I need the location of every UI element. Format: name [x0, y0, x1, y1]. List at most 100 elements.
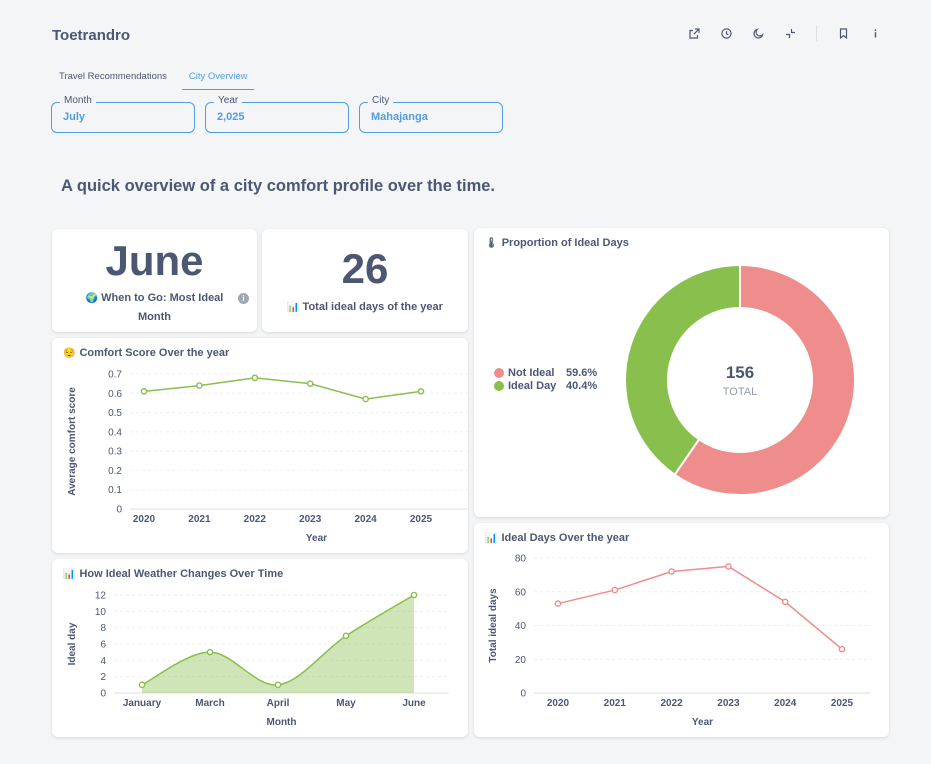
data-point: [362, 395, 369, 403]
data-point: [140, 388, 148, 395]
donut-slice: [624, 263, 741, 477]
y-tick-label: 0.5: [108, 408, 122, 419]
data-point: [274, 681, 282, 689]
series-line: [143, 377, 422, 400]
data-point: [342, 632, 350, 640]
y-tick-label: 80: [515, 554, 527, 565]
best-month-card: June 🌍 When to Go: Most Ideal Month i: [52, 229, 257, 332]
donut-total-value: 156: [726, 363, 754, 382]
x-tick-label: April: [267, 698, 290, 709]
x-tick-label: 2021: [188, 514, 211, 525]
month-filter[interactable]: Month July: [51, 95, 195, 133]
data-point: [668, 568, 675, 575]
proportion-card: 🌡 Proportion of Ideal Days Not Ideal 59.…: [474, 228, 889, 517]
tab-city-overview[interactable]: City Overview: [181, 66, 255, 90]
x-tick-label: March: [195, 698, 224, 709]
proportion-donut-chart: 156 TOTAL: [624, 263, 856, 496]
y-tick-label: 0.3: [108, 447, 122, 458]
info-icon[interactable]: i: [238, 293, 249, 304]
y-tick-label: 0.4: [108, 427, 122, 438]
ideal-days-card: 📊 Ideal Days Over the year 0 20 40 60 80 2020…: [474, 523, 889, 737]
x-tick-label: 2023: [717, 698, 740, 709]
y-tick-label: 20: [515, 655, 527, 666]
y-tick-label: 8: [100, 623, 106, 634]
ideal-days-total-label-text: Total ideal days of the year: [302, 301, 443, 313]
toolbar: [678, 24, 891, 42]
donut-total-label: TOTAL: [723, 386, 757, 398]
data-point: [196, 382, 203, 389]
city-filter-value: Mahajanga: [371, 111, 428, 123]
data-point: [781, 598, 789, 606]
best-month-label: 🌍 When to Go: Most Ideal Month: [82, 289, 227, 326]
y-tick-label: 0: [116, 505, 122, 516]
x-tick-label: 2025: [410, 514, 433, 525]
y-tick-label: 0: [520, 689, 526, 700]
y-tick-label: 0.1: [108, 485, 122, 496]
page-subtitle: A quick overview of a city comfort profi…: [61, 177, 495, 195]
x-tick-label: 2023: [299, 514, 322, 525]
weather-change-card: 📊 How Ideal Weather Changes Over Time 02…: [52, 559, 468, 737]
data-point: [138, 681, 146, 689]
x-tick-label: 2025: [831, 698, 854, 709]
app-title: Toetrandro: [52, 27, 131, 44]
x-tick-label: May: [336, 698, 356, 709]
data-point: [410, 591, 418, 599]
year-filter[interactable]: Year 2,025: [205, 95, 349, 133]
series-line: [557, 565, 843, 650]
city-filter[interactable]: City Mahajanga: [359, 95, 503, 133]
y-tick-label: 0: [100, 689, 106, 700]
best-month-value: June: [105, 237, 204, 284]
x-tick-label: 2022: [660, 698, 683, 709]
x-axis-label: Month: [267, 717, 297, 728]
y-tick-label: 10: [95, 607, 107, 618]
data-point: [417, 388, 425, 395]
x-tick-label: January: [123, 698, 162, 709]
ideal-days-total-value: 26: [341, 245, 389, 292]
weather-change-chart: 0 2 4 6 8 10 12 January March April May June Month Id…: [67, 591, 449, 728]
ideal-days-total-card: 26 📊 Total ideal days of the year: [262, 229, 468, 332]
data-point: [251, 374, 259, 382]
data-point: [611, 586, 619, 594]
y-tick-label: 4: [100, 656, 106, 667]
y-tick-label: 60: [515, 587, 527, 598]
x-tick-label: June: [402, 698, 426, 709]
year-filter-label: Year: [214, 95, 243, 106]
y-tick-label: 0.6: [108, 389, 122, 400]
bar-chart-icon: 📊: [287, 302, 300, 313]
clock-icon[interactable]: [710, 24, 742, 42]
y-tick-label: 0.7: [108, 370, 122, 381]
city-filter-label: City: [368, 95, 394, 106]
y-tick-label: 12: [95, 591, 107, 602]
data-point: [838, 645, 846, 653]
y-tick-label: 0.2: [108, 466, 122, 477]
x-axis-label: Year: [692, 717, 713, 728]
y-tick-label: 2: [100, 672, 106, 683]
y-axis-label: Average comfort score: [67, 387, 78, 496]
data-point: [306, 380, 314, 387]
comfort-score-chart: 0 0.1 0.2 0.3 0.4 0.5 0.6 0.7 2020 2021 2022 2023 20…: [67, 370, 468, 544]
toolbar-divider: [816, 25, 817, 41]
y-tick-label: 6: [100, 640, 106, 651]
ideal-days-chart: 0 20 40 60 80 2020 2021 2022 2023 2024 2025 Year Tot…: [488, 554, 871, 728]
globe-icon: 🌍: [85, 293, 99, 304]
bookmark-icon[interactable]: [827, 24, 859, 42]
x-tick-label: 2021: [604, 698, 627, 709]
moon-icon[interactable]: [742, 24, 774, 42]
y-tick-label: 40: [515, 621, 527, 632]
x-tick-label: 2024: [774, 698, 797, 709]
collapse-icon[interactable]: [774, 24, 806, 42]
ideal-days-total-label: 📊 Total ideal days of the year: [262, 298, 468, 317]
x-tick-label: 2024: [354, 514, 377, 525]
info-icon[interactable]: [859, 24, 891, 42]
tab-travel-recommendations[interactable]: Travel Recommendations: [52, 66, 174, 90]
x-tick-label: 2020: [133, 514, 156, 525]
share-icon[interactable]: [678, 24, 710, 42]
year-filter-value: 2,025: [217, 111, 245, 123]
x-tick-label: 2022: [244, 514, 267, 525]
y-axis-label: Ideal day: [67, 622, 78, 665]
x-tick-label: 2020: [547, 698, 570, 709]
data-point: [725, 563, 732, 570]
comfort-score-card: 😌 Comfort Score Over the year 0 0.1 0.2 0.3…: [52, 338, 468, 553]
data-point: [554, 600, 562, 607]
best-month-label-text: When to Go: Most Ideal Month: [101, 292, 224, 323]
